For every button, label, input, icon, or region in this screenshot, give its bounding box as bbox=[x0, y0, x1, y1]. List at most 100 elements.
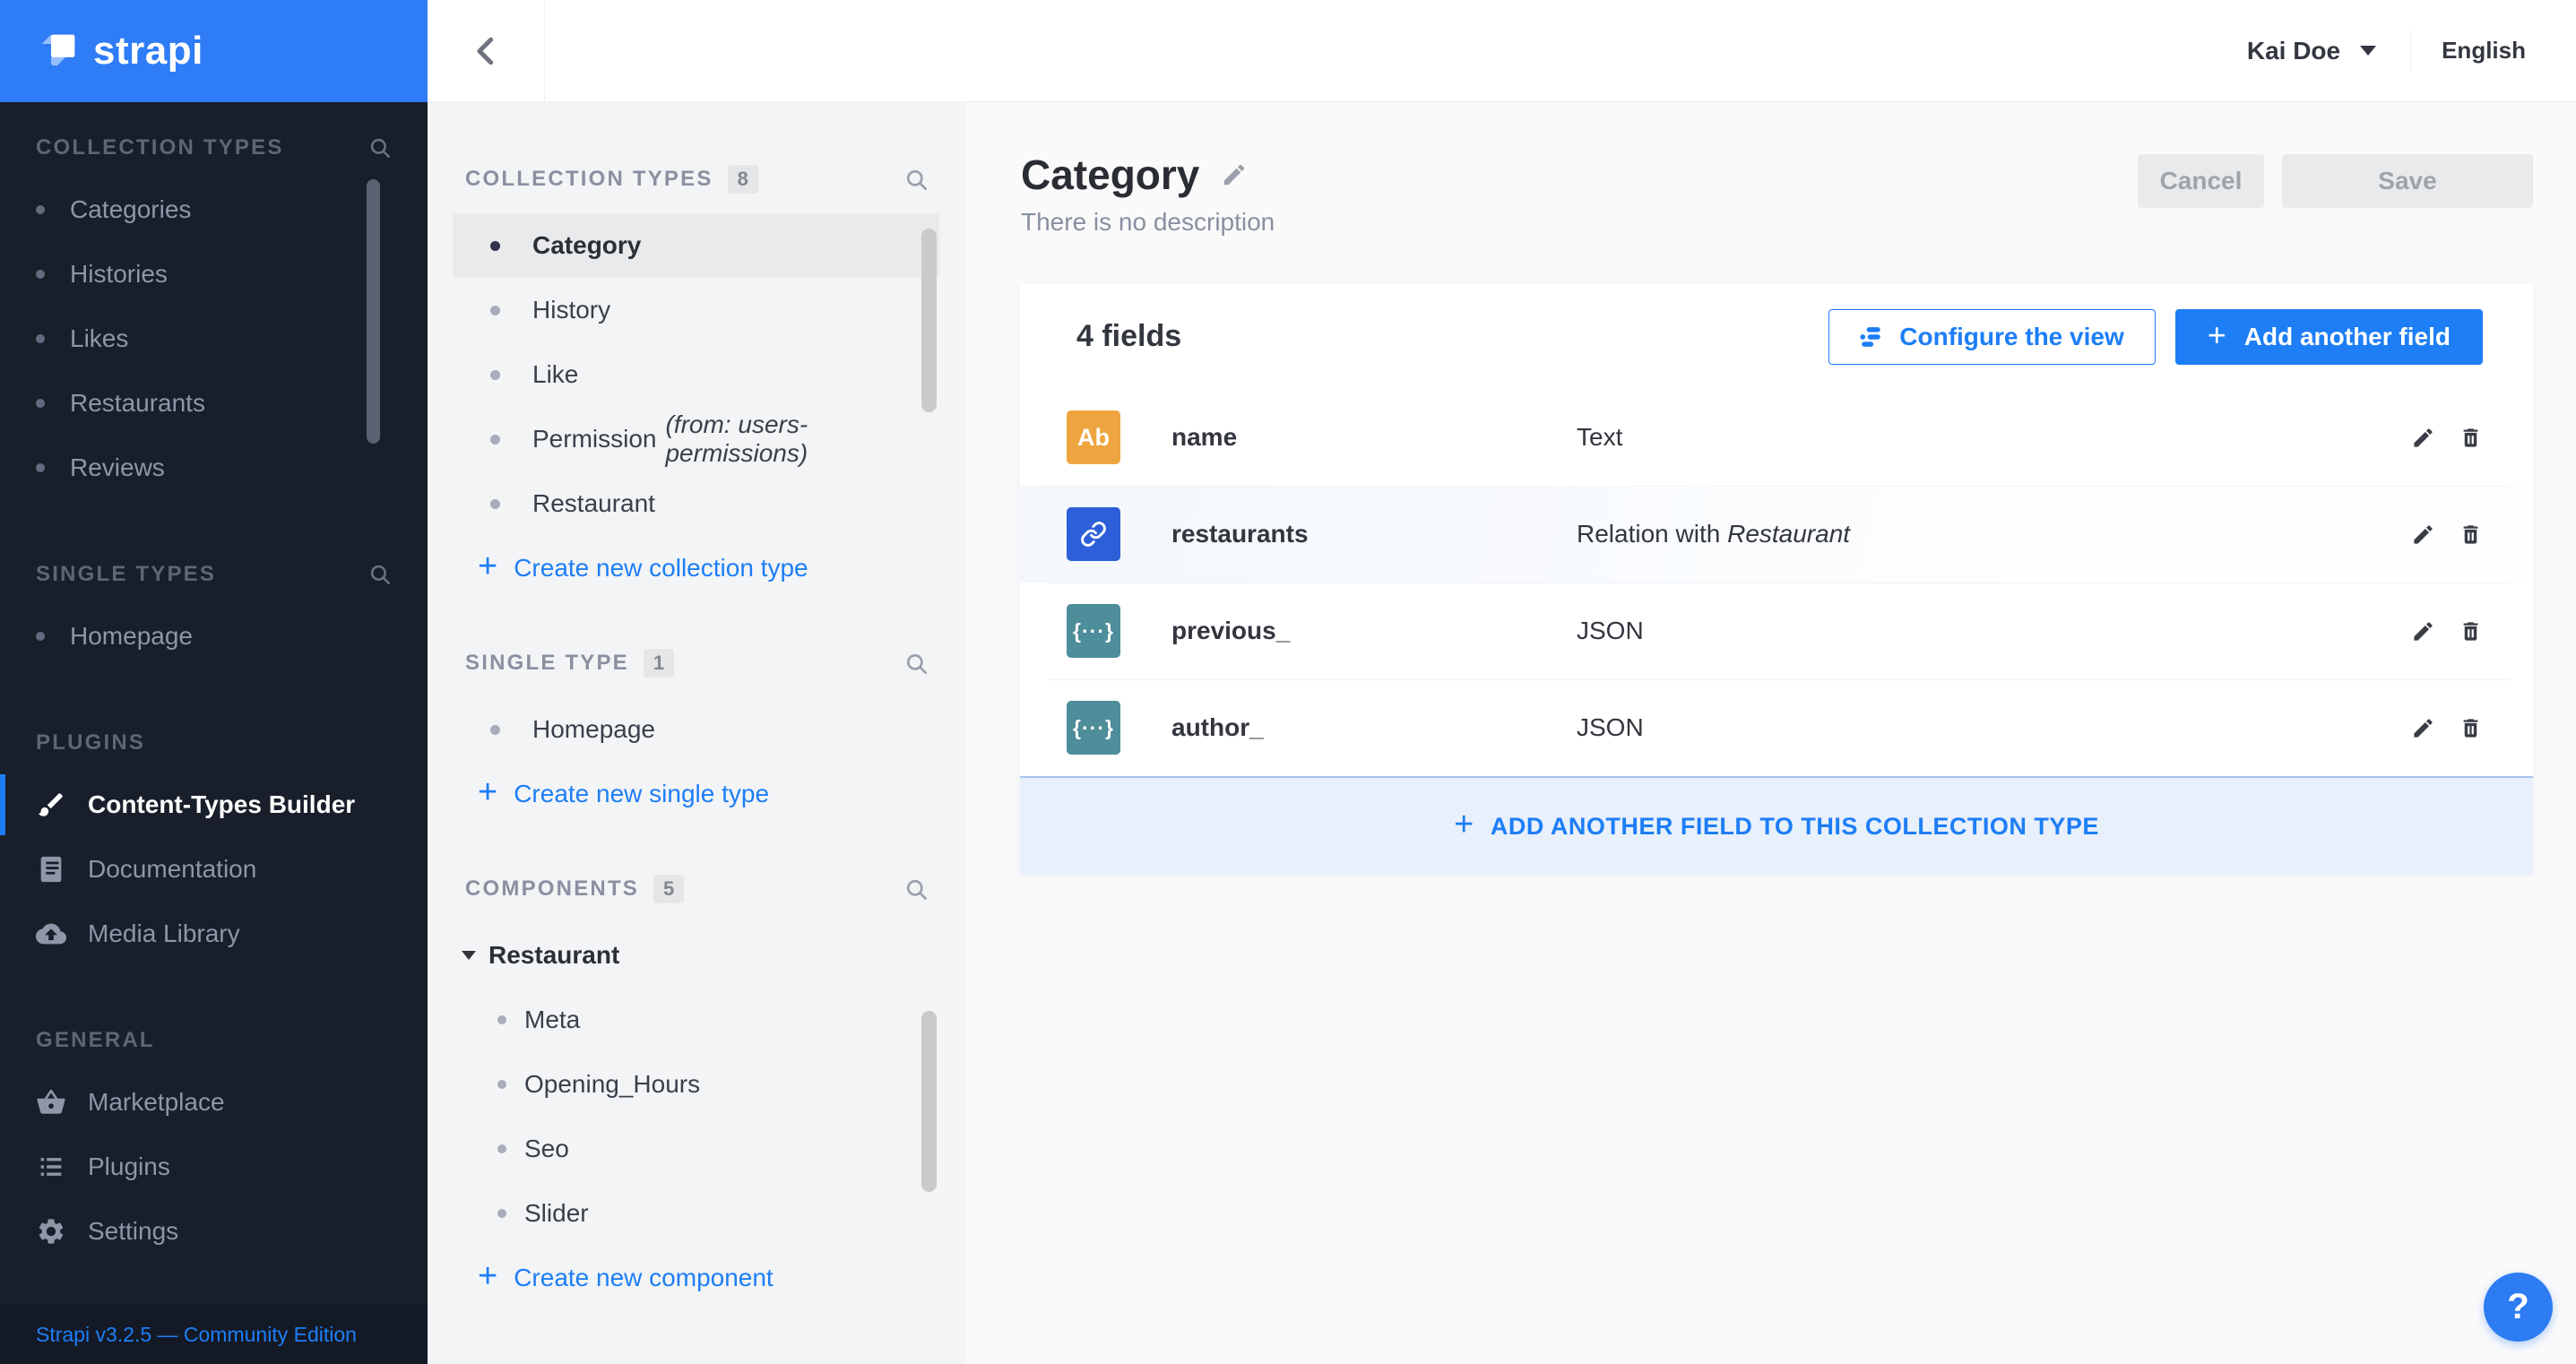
help-button[interactable]: ? bbox=[2484, 1273, 2553, 1342]
main-content: Category There is no description Cancel … bbox=[966, 102, 2576, 1364]
builder-scrollbar-collection[interactable] bbox=[921, 229, 937, 412]
configure-view-button[interactable]: Configure the view bbox=[1828, 308, 2156, 365]
field-row-name[interactable]: Ab name Text bbox=[1020, 389, 2533, 486]
list-icon bbox=[36, 1152, 66, 1182]
fields-card: 4 fields Configure the view + Add anothe… bbox=[1020, 284, 2533, 875]
fields-count: 4 fields bbox=[1076, 319, 1182, 353]
edit-pencil-icon[interactable] bbox=[2411, 522, 2435, 547]
sidenav-item-documentation[interactable]: Documentation bbox=[0, 837, 428, 902]
sidenav-item-content-types-builder[interactable]: Content-Types Builder bbox=[0, 773, 428, 837]
components-count-badge: 5 bbox=[653, 875, 685, 903]
search-icon[interactable] bbox=[368, 563, 392, 586]
text-field-icon: Ab bbox=[1067, 410, 1120, 464]
builder-item-permission[interactable]: Permission (from: users-permissions) bbox=[453, 407, 939, 471]
single-count-badge: 1 bbox=[643, 649, 675, 678]
builder-item-category[interactable]: Category bbox=[453, 213, 939, 278]
sidenav-general-header: GENERAL bbox=[36, 1028, 155, 1052]
bullet-icon bbox=[490, 498, 500, 509]
search-icon[interactable] bbox=[904, 168, 929, 192]
header-actions: Cancel Save bbox=[2138, 154, 2533, 208]
field-row-restaurants[interactable]: restaurants Relation with Restaurant bbox=[1020, 486, 2533, 583]
bullet-icon bbox=[36, 205, 45, 214]
plus-icon: + bbox=[478, 1257, 498, 1295]
bullet-icon bbox=[497, 1015, 506, 1024]
edit-title-pencil-icon[interactable] bbox=[1221, 161, 1248, 188]
user-menu[interactable]: Kai Doe bbox=[2246, 36, 2377, 65]
json-field-icon: {···} bbox=[1067, 701, 1120, 755]
version-link[interactable]: Strapi v3.2.5 — Community Edition bbox=[36, 1323, 357, 1347]
sliders-icon bbox=[1860, 325, 1883, 349]
plus-icon: + bbox=[478, 773, 498, 811]
gear-icon bbox=[36, 1216, 66, 1247]
trash-icon[interactable] bbox=[2459, 619, 2483, 643]
component-item-slider[interactable]: Slider bbox=[428, 1181, 966, 1246]
trash-icon[interactable] bbox=[2459, 426, 2483, 450]
create-component-link[interactable]: + Create new component bbox=[428, 1246, 966, 1310]
plus-icon: + bbox=[2207, 315, 2226, 353]
edit-pencil-icon[interactable] bbox=[2411, 619, 2435, 643]
edit-pencil-icon[interactable] bbox=[2411, 426, 2435, 450]
trash-icon[interactable] bbox=[2459, 522, 2483, 547]
cancel-button[interactable]: Cancel bbox=[2138, 154, 2264, 208]
sidenav-item-plugins[interactable]: Plugins bbox=[0, 1135, 428, 1199]
builder-item-homepage[interactable]: Homepage bbox=[453, 697, 939, 762]
search-icon[interactable] bbox=[904, 652, 929, 676]
json-field-icon: {···} bbox=[1067, 604, 1120, 658]
collection-count-badge: 8 bbox=[727, 165, 758, 194]
sidenav-item-histories[interactable]: Histories bbox=[0, 242, 428, 306]
edit-pencil-icon[interactable] bbox=[2411, 716, 2435, 740]
add-field-button[interactable]: + Add another field bbox=[2174, 308, 2483, 365]
relation-field-icon bbox=[1067, 507, 1120, 561]
strapi-admin-screen: strapi COLLECTION TYPES Categories Histo… bbox=[0, 0, 2576, 1364]
bullet-icon bbox=[490, 369, 500, 380]
save-button[interactable]: Save bbox=[2282, 154, 2533, 208]
sidenav-item-likes[interactable]: Likes bbox=[0, 306, 428, 371]
locale-switcher[interactable]: English bbox=[2442, 37, 2526, 65]
bullet-icon bbox=[36, 632, 45, 641]
sidenav-item-reviews[interactable]: Reviews bbox=[0, 436, 428, 500]
plus-icon: + bbox=[478, 548, 498, 585]
builder-single-type-header: SINGLE TYPE 1 bbox=[428, 642, 966, 685]
search-icon[interactable] bbox=[904, 877, 929, 902]
builder-item-history[interactable]: History bbox=[453, 278, 939, 342]
field-row-author[interactable]: {···} author_ JSON bbox=[1020, 679, 2533, 776]
bullet-icon bbox=[490, 434, 500, 445]
sidenav-item-categories[interactable]: Categories bbox=[0, 177, 428, 242]
sidenav-plugins-header: PLUGINS bbox=[36, 730, 146, 755]
component-item-meta[interactable]: Meta bbox=[428, 988, 966, 1052]
sidenav-scrollbar[interactable] bbox=[367, 179, 380, 444]
sidenav-item-media-library[interactable]: Media Library bbox=[0, 902, 428, 966]
sidenav-single-types-header: SINGLE TYPES bbox=[0, 554, 428, 595]
add-field-banner-button[interactable]: + ADD ANOTHER FIELD TO THIS COLLECTION T… bbox=[1020, 776, 2533, 875]
user-name: Kai Doe bbox=[2246, 36, 2341, 65]
builder-scrollbar-components[interactable] bbox=[921, 1011, 937, 1192]
search-icon[interactable] bbox=[368, 136, 392, 160]
bullet-icon bbox=[497, 1209, 506, 1218]
back-button[interactable] bbox=[428, 0, 545, 101]
component-item-seo[interactable]: Seo bbox=[428, 1117, 966, 1181]
component-item-opening-hours[interactable]: Opening_Hours bbox=[428, 1052, 966, 1117]
main-sidebar: strapi COLLECTION TYPES Categories Histo… bbox=[0, 0, 428, 1364]
bullet-icon bbox=[36, 270, 45, 279]
create-single-type-link[interactable]: + Create new single type bbox=[428, 762, 966, 826]
create-collection-type-link[interactable]: + Create new collection type bbox=[428, 536, 966, 600]
bullet-icon bbox=[490, 305, 500, 315]
strapi-logo: strapi bbox=[0, 0, 428, 102]
bullet-icon bbox=[497, 1144, 506, 1153]
sidenav-item-homepage[interactable]: Homepage bbox=[0, 604, 428, 669]
component-group-restaurant[interactable]: Restaurant bbox=[428, 923, 966, 988]
bullet-icon bbox=[36, 463, 45, 472]
sidenav-item-settings[interactable]: Settings bbox=[0, 1199, 428, 1264]
builder-item-restaurant[interactable]: Restaurant bbox=[453, 471, 939, 536]
chevron-down-icon bbox=[2360, 46, 2377, 56]
builder-item-like[interactable]: Like bbox=[453, 342, 939, 407]
basket-icon bbox=[36, 1087, 66, 1118]
bullet-icon bbox=[497, 1080, 506, 1089]
builder-sidebar: COLLECTION TYPES 8 Category History Like… bbox=[428, 102, 966, 1364]
sidenav-item-restaurants[interactable]: Restaurants bbox=[0, 371, 428, 436]
trash-icon[interactable] bbox=[2459, 716, 2483, 740]
logo-wordmark: strapi bbox=[93, 29, 203, 73]
field-row-previous[interactable]: {···} previous_ JSON bbox=[1020, 583, 2533, 679]
sidenav-item-marketplace[interactable]: Marketplace bbox=[0, 1070, 428, 1135]
page-description: There is no description bbox=[1021, 208, 1275, 236]
